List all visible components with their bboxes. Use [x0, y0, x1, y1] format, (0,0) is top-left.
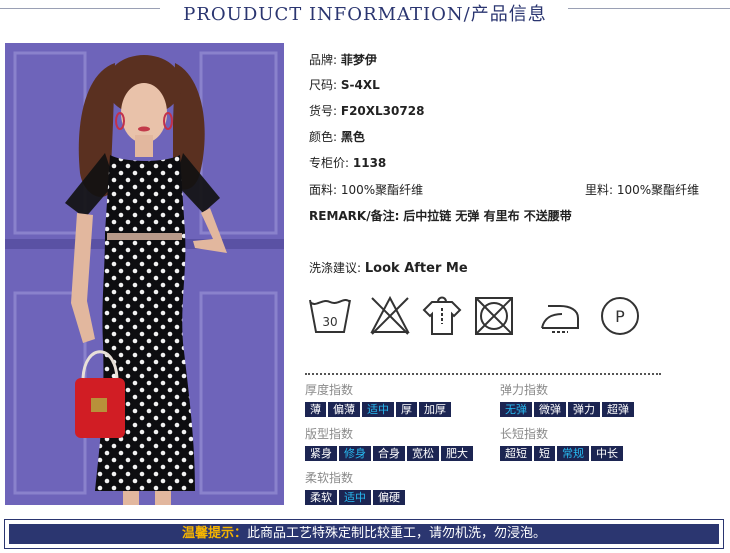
- wash-30-icon: 30: [309, 299, 351, 333]
- fit-title: 版型指数: [305, 427, 354, 441]
- info-price-value: 1138: [352, 156, 387, 170]
- wash-temp-text: 30: [322, 315, 337, 329]
- header-rule-left: [0, 8, 160, 9]
- info-lining-label: 里料:: [585, 183, 614, 197]
- elasticity-option-1: 微弹: [534, 402, 566, 417]
- fit-option-3: 宽松: [407, 446, 439, 461]
- notice-banner: 温馨提示：此商品工艺特殊定制比较重工，请勿机洗，勿浸泡。: [4, 519, 724, 549]
- info-price: 专柜价: 1138: [309, 154, 386, 171]
- header-rule-right: [568, 8, 730, 9]
- info-remark-label: REMARK/备注:: [309, 209, 400, 223]
- thickness-options: 薄偏薄 适中厚加厚: [305, 402, 451, 417]
- length-option-1: 短: [534, 446, 555, 461]
- info-color: 颜色: 黑色: [309, 128, 365, 145]
- length-option-0: 超短: [500, 446, 532, 461]
- fit-option-2: 合身: [373, 446, 405, 461]
- info-wash: 洗涤建议: Look After Me: [309, 259, 468, 276]
- thickness-title: 厚度指数: [305, 383, 354, 397]
- softness-option-0: 柔软: [305, 490, 337, 505]
- hang-dry-icon: [422, 296, 462, 335]
- info-size-label: 尺码:: [309, 78, 338, 92]
- info-wash-label: 洗涤建议:: [309, 261, 362, 275]
- info-brand-label: 品牌:: [309, 53, 338, 67]
- thickness-option-3: 厚: [396, 402, 417, 417]
- info-lining: 里料: 100%聚酯纤维: [585, 181, 699, 198]
- elasticity-option-0: 无弹: [500, 402, 532, 417]
- elasticity-title: 弹力指数: [500, 383, 549, 397]
- iron-low-icon: [541, 305, 579, 333]
- notice-label: 温馨提示：: [181, 526, 247, 541]
- info-size-value: S-4XL: [340, 78, 380, 92]
- info-fabric-value: 100%聚酯纤维: [340, 183, 424, 197]
- info-brand-value: 菲梦伊: [340, 53, 377, 67]
- dry-clean-p-icon: P: [601, 297, 639, 335]
- fit-option-1: 修身: [339, 446, 371, 461]
- notice-inner: 温馨提示：此商品工艺特殊定制比较重工，请勿机洗，勿浸泡。: [9, 524, 719, 544]
- elasticity-option-2: 弹力: [568, 402, 600, 417]
- elasticity-option-3: 超弹: [602, 402, 634, 417]
- thickness-option-1: 偏薄: [328, 402, 360, 417]
- length-options: 超短短常规 中长: [500, 446, 623, 461]
- info-fabric-label: 面料:: [309, 183, 338, 197]
- section-divider: [305, 373, 661, 375]
- softness-option-1: 适中: [339, 490, 371, 505]
- softness-option-2: 偏硬: [373, 490, 405, 505]
- info-color-value: 黑色: [340, 130, 365, 144]
- info-sku-label: 货号:: [309, 104, 338, 118]
- info-brand: 品牌: 菲梦伊: [309, 51, 377, 68]
- product-photo: [5, 43, 284, 505]
- info-sku: 货号: F20XL30728: [309, 102, 424, 119]
- info-wash-value: Look After Me: [364, 261, 468, 276]
- info-color-label: 颜色:: [309, 130, 338, 144]
- dry-clean-letter: P: [615, 307, 625, 326]
- softness-options: 柔软 适中 偏硬: [305, 490, 405, 505]
- fit-option-4: 肥大: [441, 446, 473, 461]
- notice-text: 此商品工艺特殊定制比较重工，请勿机洗，勿浸泡。: [247, 526, 547, 541]
- length-option-2: 常规: [557, 446, 589, 461]
- info-fabric: 面料: 100%聚酯纤维: [309, 181, 423, 198]
- info-size: 尺码: S-4XL: [309, 76, 380, 93]
- softness-title: 柔软指数: [305, 471, 354, 485]
- fit-option-0: 紧身: [305, 446, 337, 461]
- info-lining-value: 100%聚酯纤维: [616, 183, 700, 197]
- info-price-label: 专柜价:: [309, 156, 350, 170]
- length-title: 长短指数: [500, 427, 549, 441]
- fit-options: 紧身 修身 合身 宽松 肥大: [305, 446, 473, 461]
- no-tumble-dry-icon: [475, 297, 513, 335]
- no-bleach-icon: [370, 295, 410, 335]
- thickness-option-4: 加厚: [419, 402, 451, 417]
- info-sku-value: F20XL30728: [340, 104, 425, 118]
- info-remark-value: 后中拉链 无弹 有里布 不送腰带: [403, 209, 572, 223]
- info-remark: REMARK/备注: 后中拉链 无弹 有里布 不送腰带: [309, 207, 572, 224]
- model-illustration: [5, 43, 284, 505]
- length-option-3: 中长: [591, 446, 623, 461]
- thickness-option-0: 薄: [305, 402, 326, 417]
- thickness-option-2: 适中: [362, 402, 394, 417]
- elasticity-options: 无弹 微弹 弹力 超弹: [500, 402, 634, 417]
- page-title: PROUDUCT INFORMATION/产品信息: [183, 4, 547, 25]
